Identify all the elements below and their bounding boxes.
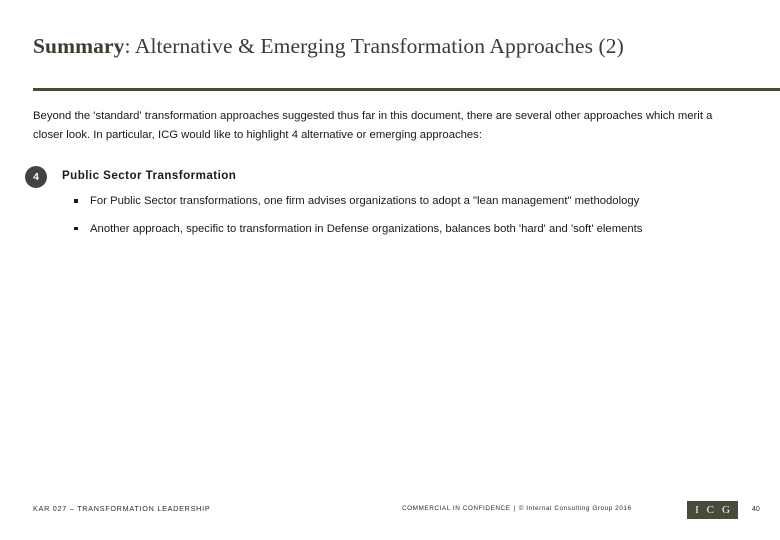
square-bullet-icon: [74, 199, 78, 203]
footer-confidentiality: COMMERCIAL IN CONFIDENCE | © Internal Cons…: [402, 505, 632, 512]
list-item-text: For Public Sector transformations, one f…: [90, 195, 640, 207]
list-item: For Public Sector transformations, one f…: [72, 192, 720, 211]
page-title: Summary: Alternative & Emerging Transfor…: [33, 33, 733, 59]
list-item: Another approach, specific to transforma…: [72, 220, 720, 239]
title-divider: [33, 88, 780, 91]
square-bullet-icon: [74, 226, 78, 231]
icg-logo: I C G: [687, 501, 738, 519]
footer-confidentiality-label: COMMERCIAL IN CONFIDENCE: [402, 505, 511, 512]
footer-separator: |: [513, 505, 516, 512]
bullet-list: For Public Sector transformations, one f…: [72, 192, 720, 247]
footer-copyright: © Internal Consulting Group 2016: [518, 505, 632, 512]
slide-canvas: Summary: Alternative & Emerging Transfor…: [0, 0, 780, 540]
page-number: 40: [752, 506, 760, 513]
list-item-text: Another approach, specific to transforma…: [90, 222, 643, 235]
section-header: 4 Public Sector Transformation: [25, 166, 725, 190]
page-title-rest: : Alternative & Emerging Transformation …: [124, 34, 624, 58]
page-title-lead: Summary: [33, 34, 125, 58]
intro-paragraph: Beyond the 'standard' transformation app…: [33, 110, 713, 141]
section-heading: Public Sector Transformation: [62, 169, 237, 182]
section-number-badge: 4: [25, 166, 47, 188]
footer-document-code: KAR 027 – TRANSFORMATION LEADERSHIP: [33, 504, 211, 513]
